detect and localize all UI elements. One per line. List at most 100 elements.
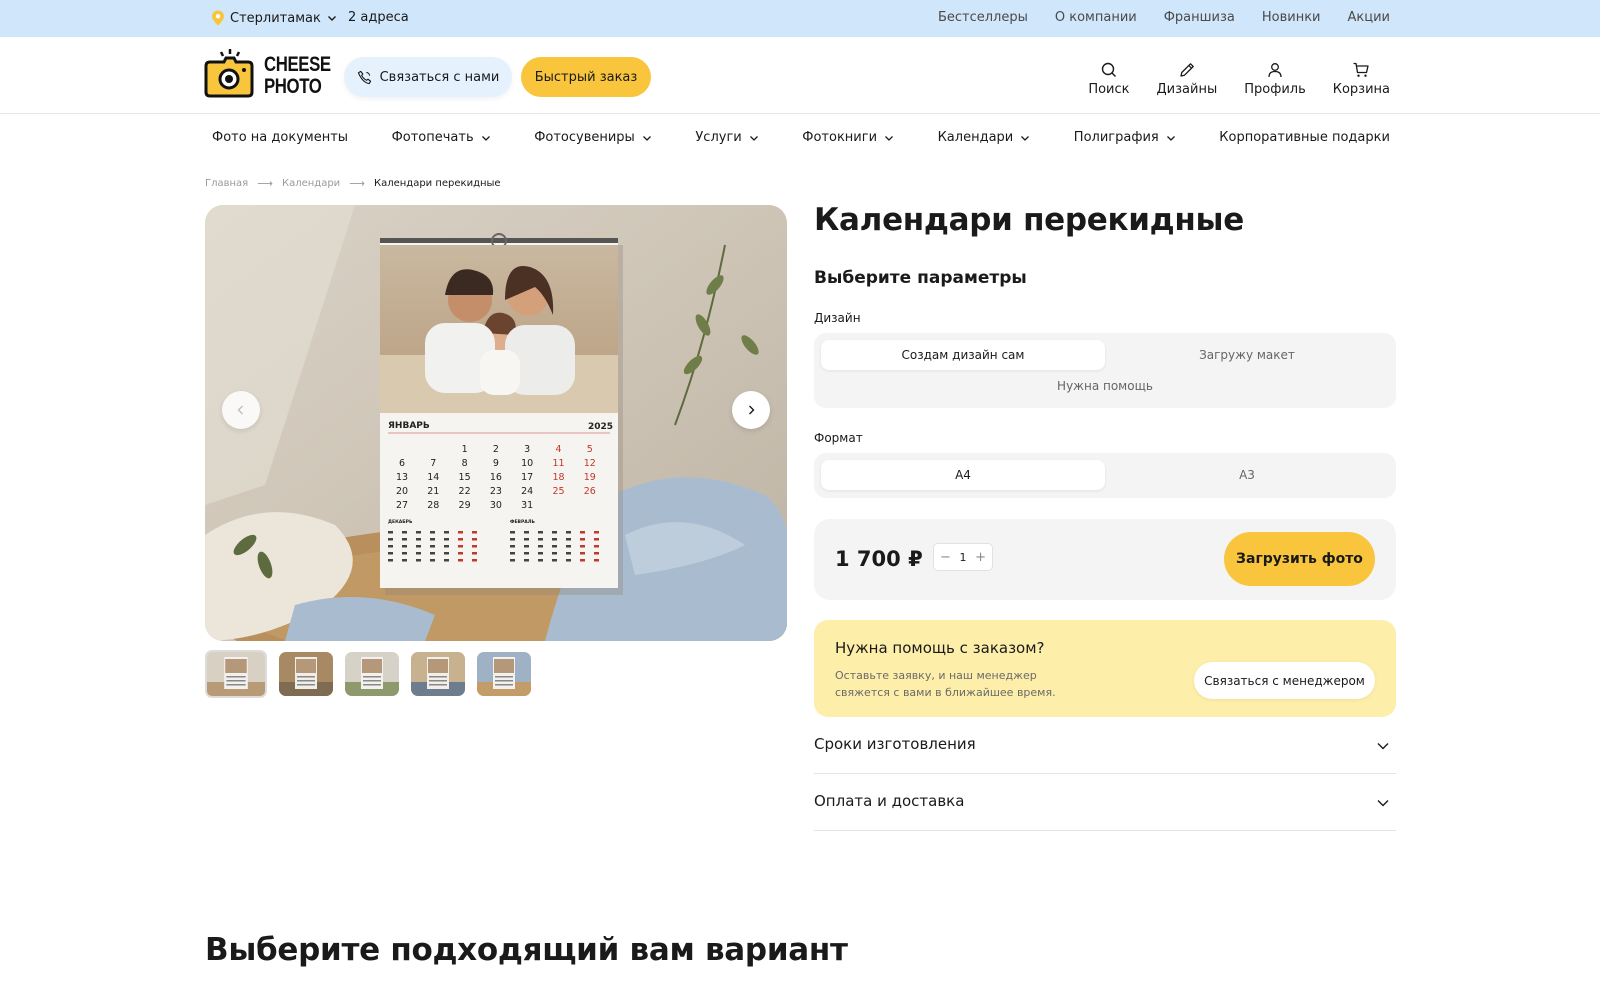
breadcrumb-calendars[interactable]: Календари: [282, 178, 340, 189]
chevron-down-icon: [642, 135, 651, 141]
mini-calendar-day: [594, 545, 599, 548]
thumbnail-image: [207, 652, 265, 696]
accordion-payment-delivery[interactable]: Оплата и доставка: [814, 774, 1396, 831]
nav-item-photo-print[interactable]: Фотопечать: [392, 130, 491, 145]
gallery-next-button[interactable]: [732, 391, 770, 429]
format-option-a4[interactable]: А4: [821, 460, 1105, 490]
decrease-button[interactable]: −: [940, 550, 951, 565]
mini-calendar-day: [458, 545, 463, 548]
profile-button[interactable]: Профиль: [1244, 61, 1306, 97]
logo-text: CHEESE PHOTO: [264, 54, 331, 98]
mini-calendar-day: [402, 531, 407, 534]
chevron-down-icon: [1166, 135, 1175, 141]
mini-calendar-day: [566, 559, 571, 562]
search-icon: [1101, 62, 1116, 77]
quick-order-button[interactable]: Быстрый заказ: [521, 57, 651, 97]
nav-item-calendars[interactable]: Календари: [938, 130, 1031, 145]
nav-label: Фотокниги: [802, 130, 878, 145]
calendar-day: 19: [584, 472, 596, 483]
gallery-thumbnail[interactable]: [345, 652, 399, 696]
increase-button[interactable]: +: [975, 550, 986, 565]
addresses-link[interactable]: 2 адреса: [348, 10, 409, 25]
nav-item-id-photos[interactable]: Фото на документы: [212, 130, 348, 145]
toplink-bestsellers[interactable]: Бестселлеры: [938, 10, 1028, 25]
designs-button[interactable]: Дизайны: [1157, 61, 1217, 97]
mini-calendar-day: [524, 559, 529, 562]
mini-calendar-day: [430, 545, 435, 548]
cart-button[interactable]: Корзина: [1333, 61, 1390, 97]
calendar-day: 24: [521, 486, 533, 497]
design-option-help[interactable]: Нужна помощь: [963, 371, 1247, 401]
calendar-day: 17: [521, 472, 533, 483]
mini-calendar-day: [566, 531, 571, 534]
calendar-day: 13: [396, 472, 408, 483]
breadcrumb-home[interactable]: Главная: [205, 178, 248, 189]
gallery-thumbnail[interactable]: [279, 652, 333, 696]
gallery-prev-button[interactable]: [222, 391, 260, 429]
design-option-upload[interactable]: Загружу макет: [1105, 340, 1389, 370]
calendar-day: 3: [524, 444, 530, 455]
mini-calendar-day: [388, 531, 393, 534]
mini-calendar-day: [552, 545, 557, 548]
nav-label: Корпоративные подарки: [1219, 130, 1390, 145]
mini-calendar-day: [580, 559, 585, 562]
chevron-left-icon: [237, 405, 243, 415]
calendar-day: 20: [396, 486, 408, 497]
contact-us-button[interactable]: Связаться с нами: [344, 57, 512, 97]
thumbnail-image: [477, 652, 531, 696]
quantity-value[interactable]: 1: [960, 551, 967, 564]
nav-item-printing[interactable]: Полиграфия: [1074, 130, 1176, 145]
search-button[interactable]: Поиск: [1088, 61, 1130, 97]
main-nav: Фото на документы Фотопечать Фотосувенир…: [212, 130, 1390, 145]
mini-calendar-day: [472, 531, 477, 534]
mini-calendar-day: [430, 552, 435, 555]
mini-calendar-day: [416, 545, 421, 548]
format-label: Формат: [814, 431, 863, 445]
mini-calendar-day: [510, 552, 515, 555]
gallery-thumbnails: [205, 650, 543, 698]
mini-calendar-day: [524, 552, 529, 555]
design-option-self[interactable]: Создам дизайн сам: [821, 340, 1105, 370]
accordion-title: Сроки изготовления: [814, 735, 976, 753]
mini-calendar-day: [388, 559, 393, 562]
breadcrumb: Главная ⟶ Календари ⟶ Календари перекидн…: [205, 177, 501, 190]
mini-calendar-day: [510, 531, 515, 534]
accordion-production-time[interactable]: Сроки изготовления: [814, 717, 1396, 774]
format-option-a3[interactable]: А3: [1105, 460, 1389, 490]
toplink-franchise[interactable]: Франшиза: [1164, 10, 1235, 25]
thumbnail-image: [345, 652, 399, 696]
mini-calendar-day: [594, 552, 599, 555]
nav-item-services[interactable]: Услуги: [695, 130, 758, 145]
mini-calendar-day: [388, 545, 393, 548]
city-selector[interactable]: Стерлитамак: [211, 10, 337, 26]
mini-calendar-day: [388, 552, 393, 555]
gallery-thumbnail[interactable]: [477, 652, 531, 696]
contact-manager-button[interactable]: Связаться с менеджером: [1194, 662, 1375, 699]
mini-calendar-day: [430, 559, 435, 562]
logo[interactable]: CHEESE PHOTO: [204, 48, 331, 100]
toplink-promo[interactable]: Акции: [1348, 10, 1391, 25]
nav-label: Календари: [937, 130, 1014, 145]
mini-calendar-day: [402, 545, 407, 548]
nav-label: Услуги: [695, 130, 742, 145]
upload-photo-button[interactable]: Загрузить фото: [1224, 532, 1375, 586]
product-title: Календари перекидные: [814, 202, 1244, 238]
gallery-thumbnail[interactable]: [411, 652, 465, 696]
calendar-day: 14: [427, 472, 439, 483]
nav-label: Полиграфия: [1073, 130, 1159, 145]
mini-calendar-day: [566, 545, 571, 548]
mini-calendar-day: [524, 531, 529, 534]
nav-item-photobooks[interactable]: Фотокниги: [802, 130, 894, 145]
toplink-new[interactable]: Новинки: [1262, 10, 1321, 25]
header: CHEESE PHOTO Связаться с нами Быстрый за…: [0, 37, 1600, 114]
design-options: Создам дизайн сам Загружу макет Нужна по…: [814, 333, 1396, 408]
gallery-thumbnail[interactable]: [205, 650, 267, 698]
calendar-day: 7: [430, 458, 436, 469]
nav-item-corporate-gifts[interactable]: Корпоративные подарки: [1219, 130, 1390, 145]
calendar-day: 1: [462, 444, 468, 455]
toplink-about[interactable]: О компании: [1055, 10, 1137, 25]
nav-item-souvenirs[interactable]: Фотосувениры: [534, 130, 652, 145]
camera-logo-icon: [204, 49, 254, 98]
mini-month-february: ФЕВРАЛЬ: [510, 519, 535, 525]
logo-line-2: PHOTO: [264, 75, 322, 98]
